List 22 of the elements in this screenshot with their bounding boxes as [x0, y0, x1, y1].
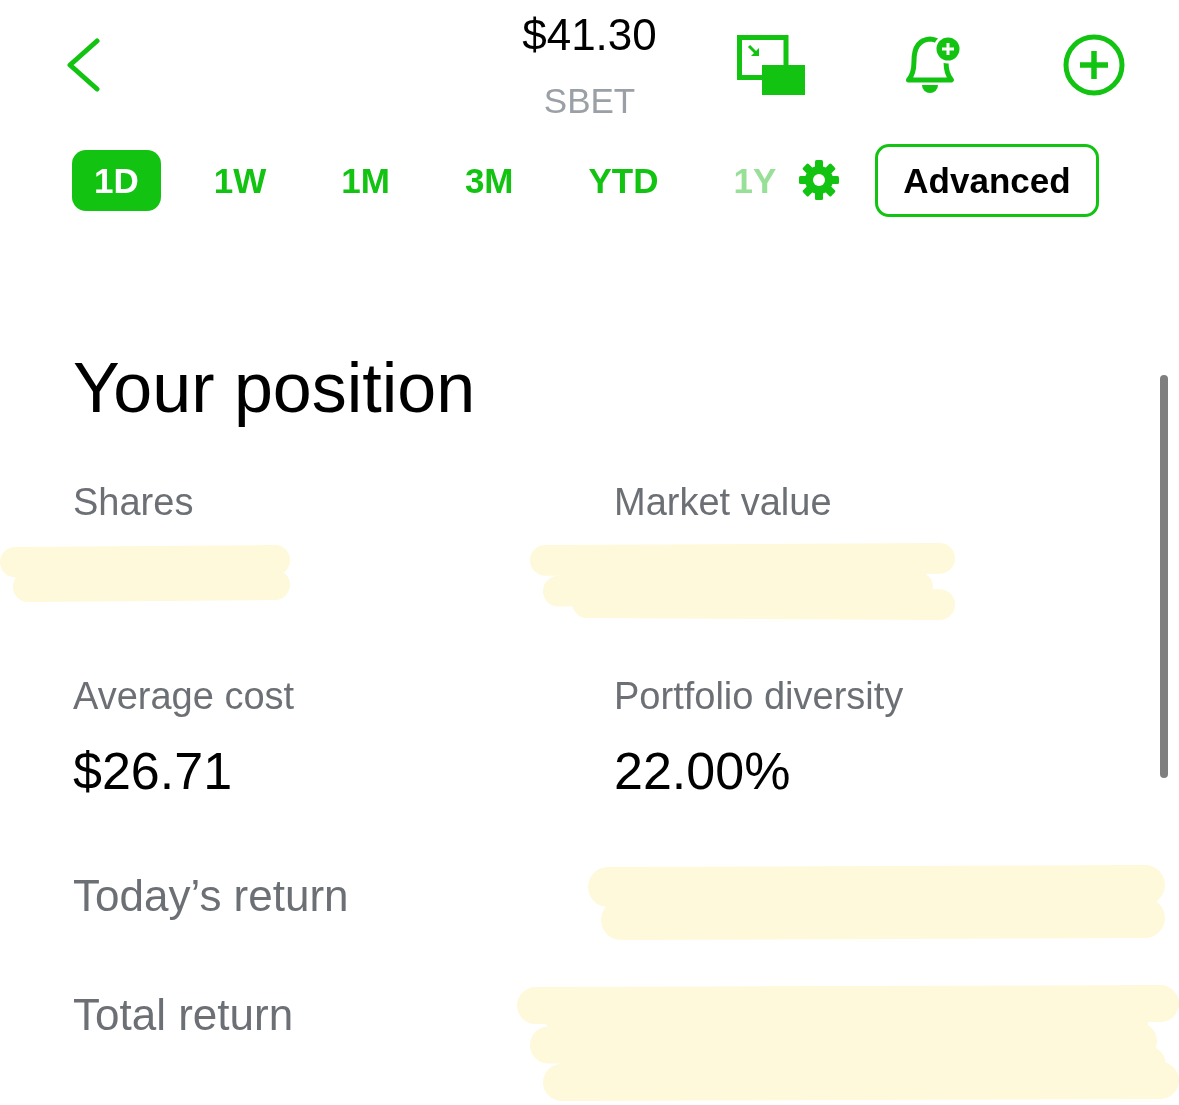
section-title: Your position	[73, 347, 476, 429]
stat-label: Average cost	[73, 674, 295, 720]
stat-label: Portfolio diversity	[614, 674, 904, 720]
stat-value: $26.71	[73, 741, 233, 802]
timeframe-tab[interactable]: 3M	[442, 149, 536, 211]
timeframe-tab[interactable]: 1W	[191, 149, 289, 211]
plus-circle-icon[interactable]	[1063, 34, 1125, 97]
stock-price: $41.30	[522, 9, 657, 61]
ticker-symbol: SBET	[542, 79, 637, 122]
advanced-button[interactable]: Advanced	[875, 143, 1099, 217]
return-label: Today’s return	[73, 870, 349, 922]
overlapping-windows-icon[interactable]	[737, 35, 805, 96]
stat-label: Market value	[614, 479, 832, 525]
settings-icon[interactable]	[798, 159, 841, 202]
timeframe-tab[interactable]: 1Y	[711, 149, 799, 211]
timeframe-tab[interactable]: YTD	[566, 149, 681, 211]
timeframe-tab[interactable]: 1M	[319, 149, 412, 211]
back-icon[interactable]	[65, 38, 101, 93]
return-label: Total return	[73, 989, 294, 1041]
timeframe-tab[interactable]: 1D	[72, 149, 161, 211]
stat-value: 22.00%	[614, 741, 791, 802]
stat-label: Shares	[73, 479, 194, 525]
